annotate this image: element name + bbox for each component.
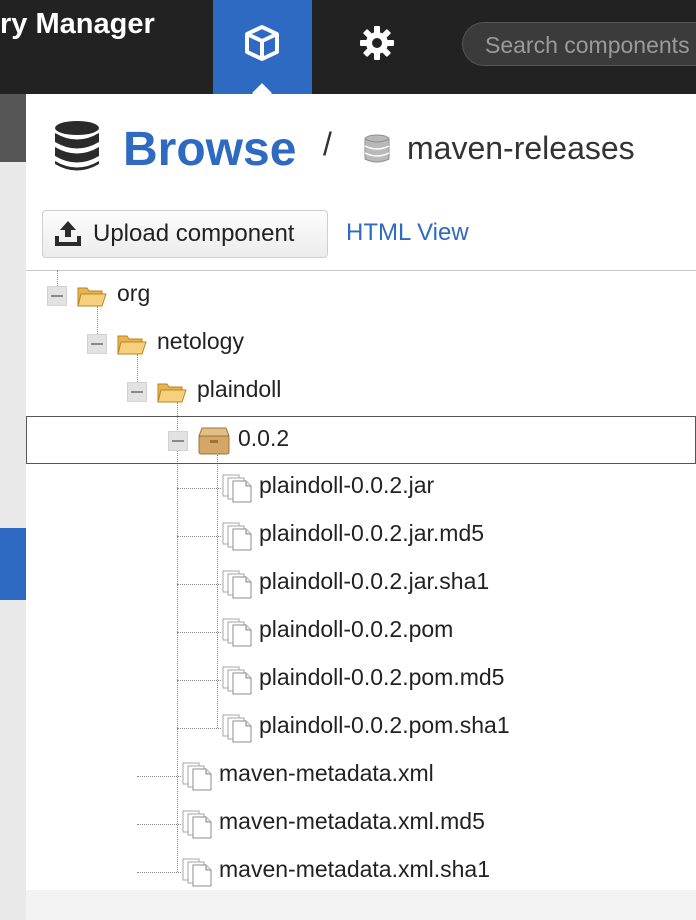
tree-node-label: netology xyxy=(157,328,244,354)
repository-name: maven-releases xyxy=(407,130,635,166)
tree-node-label: plaindoll xyxy=(197,376,282,402)
search-input[interactable] xyxy=(483,31,696,60)
html-view-link[interactable]: HTML View xyxy=(346,219,469,247)
browse-mode-button[interactable] xyxy=(213,0,312,94)
collapse-toggle-icon[interactable] xyxy=(47,286,67,306)
tree-node-asset[interactable]: maven-metadata.xml.sha1 xyxy=(26,848,696,896)
repository-icon xyxy=(364,134,390,163)
upload-component-button[interactable]: Upload component xyxy=(42,210,328,258)
collapse-toggle-icon[interactable] xyxy=(87,334,107,354)
file-icon xyxy=(221,473,253,508)
gear-icon xyxy=(360,26,394,60)
tree-node-folder[interactable]: org xyxy=(26,272,696,320)
tree-node-asset[interactable]: maven-metadata.xml xyxy=(26,752,696,800)
tree-node-label: plaindoll-0.0.2.jar xyxy=(259,472,435,498)
tree-node-label: plaindoll-0.0.2.pom.md5 xyxy=(259,664,505,690)
tree-node-label: plaindoll-0.0.2.pom xyxy=(259,616,454,642)
tree-node-asset[interactable]: plaindoll-0.0.2.pom.sha1 xyxy=(26,704,696,752)
file-icon xyxy=(221,713,253,748)
tree-node-label: plaindoll-0.0.2.jar.md5 xyxy=(259,520,485,546)
tree-node-asset[interactable]: plaindoll-0.0.2.jar.md5 xyxy=(26,512,696,560)
database-icon xyxy=(55,121,99,171)
tree-node-label: maven-metadata.xml.sha1 xyxy=(219,856,491,882)
sidebar xyxy=(0,94,26,920)
tree-node-label: plaindoll-0.0.2.pom.sha1 xyxy=(259,712,510,738)
search-box[interactable] xyxy=(462,22,696,66)
tree-node-asset[interactable]: plaindoll-0.0.2.jar.sha1 xyxy=(26,560,696,608)
collapse-toggle-icon[interactable] xyxy=(168,431,188,451)
collapse-toggle-icon[interactable] xyxy=(127,382,147,402)
file-icon xyxy=(221,665,253,700)
upload-icon xyxy=(55,221,81,246)
browse-panel: Browse / maven-releases Upload component… xyxy=(26,94,696,890)
file-icon xyxy=(221,569,253,604)
tree-node-asset[interactable]: plaindoll-0.0.2.jar xyxy=(26,464,696,512)
tree-node-label: maven-metadata.xml xyxy=(219,760,434,786)
breadcrumb-separator: / xyxy=(323,126,332,162)
sidebar-item-browse-active[interactable] xyxy=(0,528,26,600)
tree-node-asset[interactable]: plaindoll-0.0.2.pom.md5 xyxy=(26,656,696,704)
footer-strip xyxy=(26,890,696,920)
tree-node-asset[interactable]: plaindoll-0.0.2.pom xyxy=(26,608,696,656)
tree-node-folder[interactable]: plaindoll xyxy=(26,368,696,416)
admin-settings-button[interactable] xyxy=(340,0,414,94)
tree-node-component[interactable]: 0.0.2 xyxy=(26,416,696,464)
tree-node-label: 0.0.2 xyxy=(238,425,290,451)
tree-node-label: plaindoll-0.0.2.jar.sha1 xyxy=(259,568,490,594)
tree-node-label: maven-metadata.xml.md5 xyxy=(219,808,485,834)
tree-node-label: org xyxy=(117,280,151,306)
file-icon xyxy=(181,857,213,892)
file-icon xyxy=(221,521,253,556)
tree-node-asset[interactable]: maven-metadata.xml.md5 xyxy=(26,800,696,848)
file-icon xyxy=(181,809,213,844)
page-title[interactable]: Browse xyxy=(123,122,296,177)
folder-open-icon xyxy=(77,284,107,313)
top-bar: ry Manager xyxy=(0,0,696,94)
sidebar-header xyxy=(0,94,26,162)
folder-open-icon xyxy=(157,380,187,409)
folder-open-icon xyxy=(117,332,147,361)
cube-icon xyxy=(245,25,279,61)
app-title: ry Manager xyxy=(0,8,155,40)
file-icon xyxy=(221,617,253,652)
upload-button-label: Upload component xyxy=(93,220,295,247)
component-box-icon xyxy=(198,427,230,460)
file-icon xyxy=(181,761,213,796)
tree-node-folder[interactable]: netology xyxy=(26,320,696,368)
divider xyxy=(26,270,696,271)
